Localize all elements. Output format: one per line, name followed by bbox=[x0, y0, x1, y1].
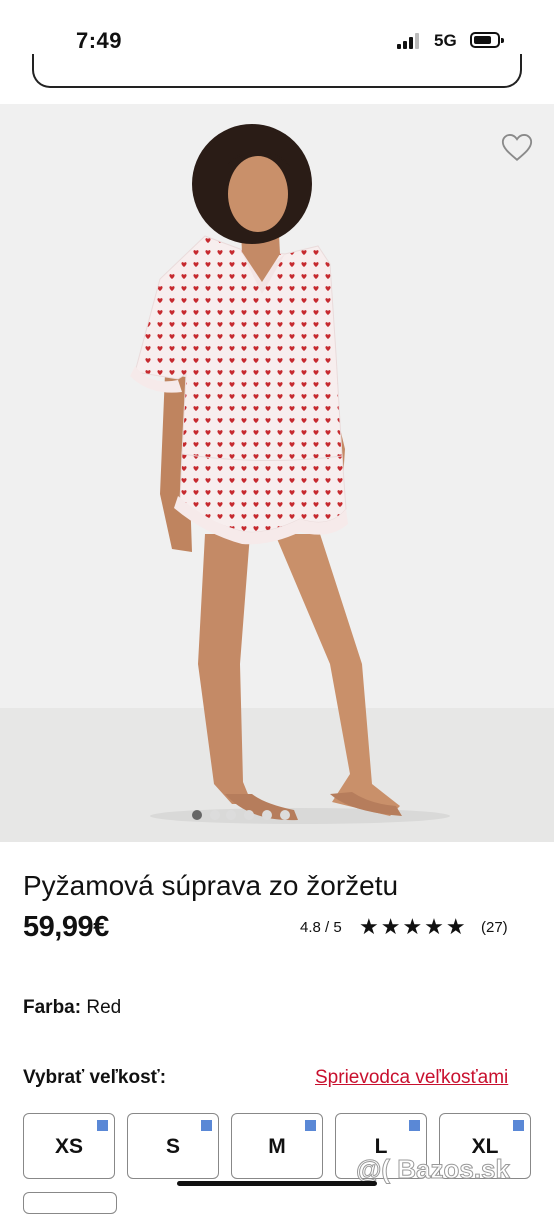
product-price: 59,99€ bbox=[23, 911, 109, 943]
battery-icon bbox=[470, 32, 504, 48]
carousel-dot[interactable] bbox=[244, 810, 254, 820]
carousel-dot[interactable] bbox=[192, 810, 202, 820]
favorite-heart-icon[interactable] bbox=[500, 130, 534, 164]
size-option-label: XS bbox=[54, 1135, 83, 1158]
product-image[interactable] bbox=[0, 104, 554, 842]
color-value: Red bbox=[86, 997, 122, 1018]
availability-indicator bbox=[305, 1120, 316, 1131]
product-title: Pyžamová súprava zo žoržetu bbox=[23, 870, 399, 901]
color-label: Farba: bbox=[23, 997, 82, 1018]
review-count[interactable]: (27) bbox=[481, 919, 508, 936]
signal-icon bbox=[397, 33, 425, 49]
size-label: Vybrať veľkosť: bbox=[23, 1067, 167, 1088]
carousel-dot[interactable] bbox=[226, 810, 236, 820]
home-indicator[interactable] bbox=[177, 1181, 377, 1186]
availability-indicator bbox=[201, 1120, 212, 1131]
size-guide-link[interactable]: Sprievodca veľkosťami bbox=[315, 1067, 508, 1089]
image-carousel-dots[interactable] bbox=[192, 810, 290, 822]
carousel-dot[interactable] bbox=[280, 810, 290, 820]
size-option-m[interactable]: M bbox=[231, 1113, 323, 1179]
color-info: Farba: Red bbox=[23, 997, 121, 1019]
size-option-s[interactable]: S bbox=[127, 1113, 219, 1179]
availability-indicator bbox=[513, 1120, 524, 1131]
status-time: 7:49 bbox=[76, 28, 123, 53]
rating-stars-icon[interactable]: ★★★★★ bbox=[359, 914, 468, 940]
availability-indicator bbox=[97, 1120, 108, 1131]
size-option-label: S bbox=[165, 1135, 180, 1158]
search-bar[interactable] bbox=[32, 54, 522, 88]
network-type: 5G bbox=[434, 31, 457, 50]
model-illustration bbox=[130, 124, 450, 824]
rating-score: 4.8 / 5 bbox=[300, 919, 342, 936]
carousel-dot[interactable] bbox=[262, 810, 272, 820]
size-option-partial[interactable] bbox=[23, 1192, 117, 1214]
carousel-dot[interactable] bbox=[210, 810, 220, 820]
size-option-label: M bbox=[268, 1135, 286, 1158]
availability-indicator bbox=[409, 1120, 420, 1131]
watermark: @( Bazos.sk bbox=[356, 1154, 511, 1185]
size-option-xs[interactable]: XS bbox=[23, 1113, 115, 1179]
